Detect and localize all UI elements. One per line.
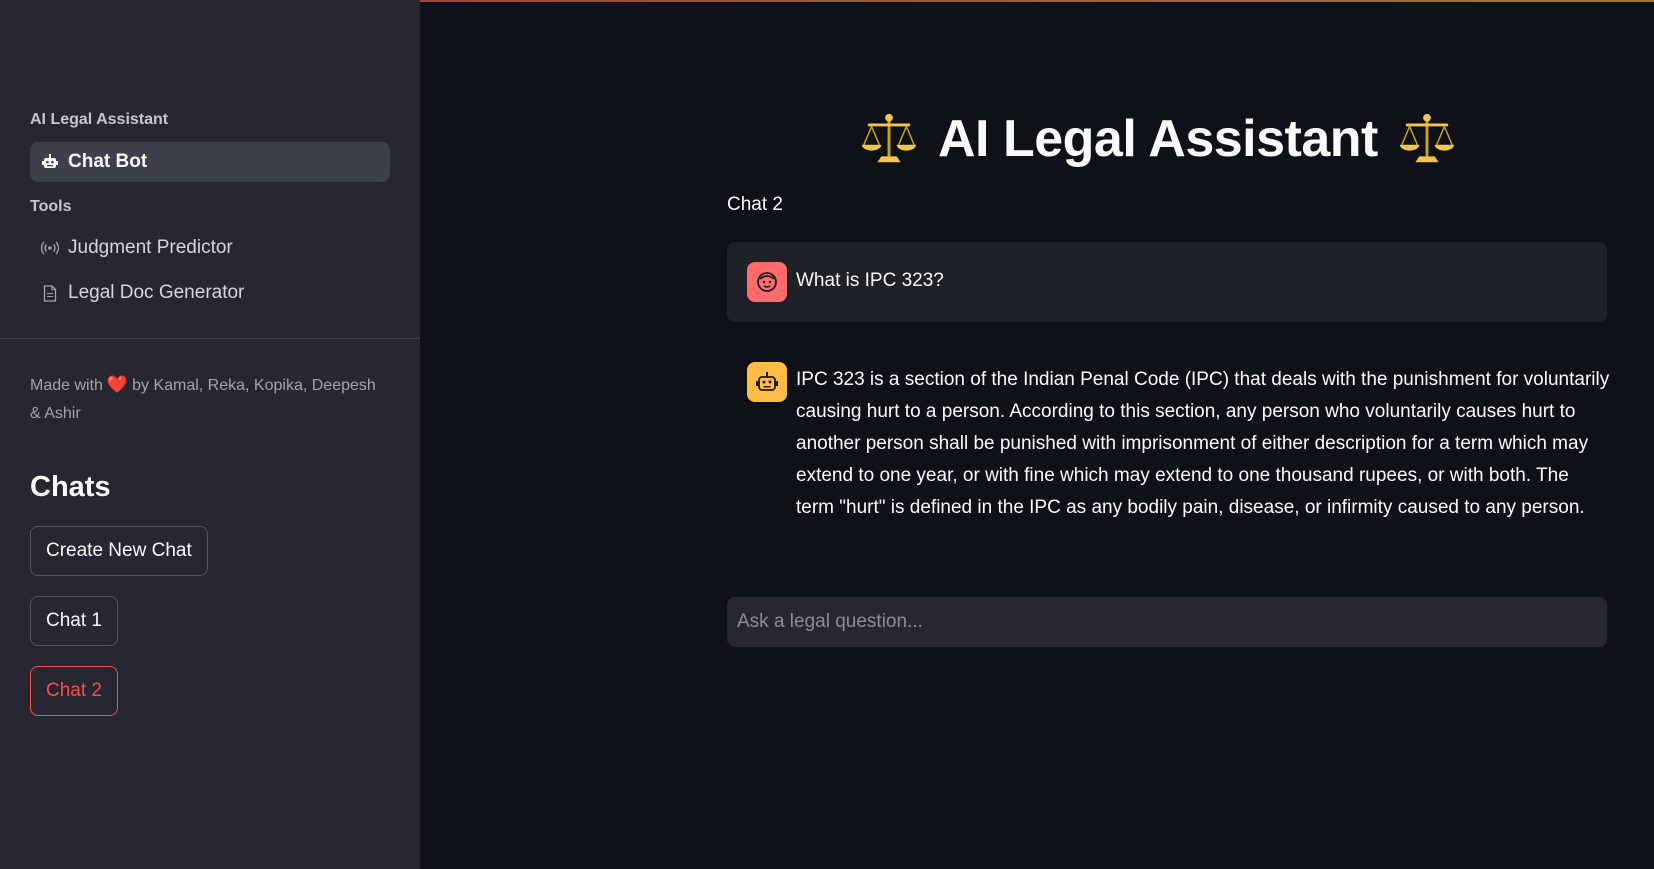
user-message: What is IPC 323? — [727, 242, 1607, 322]
nav-item-chat-bot[interactable]: Chat Bot — [30, 142, 390, 182]
assistant-message: IPC 323 is a section of the Indian Penal… — [727, 350, 1609, 520]
bot-avatar-icon — [747, 362, 787, 402]
heart-icon: ❤️ — [106, 375, 129, 394]
nav-section-app: AI Legal Assistant — [30, 111, 169, 128]
balance-scale-icon — [1399, 113, 1454, 163]
robot-icon — [40, 152, 60, 172]
credit-prefix: Made with — [30, 377, 103, 394]
user-message-text: What is IPC 323? — [796, 270, 944, 291]
balance-scale-icon — [861, 113, 917, 163]
title-text: AI Legal Assistant — [938, 110, 1378, 168]
create-new-chat-button[interactable]: Create New Chat — [30, 526, 208, 576]
chat-input[interactable] — [727, 597, 1607, 647]
nav-item-legal-doc-generator[interactable]: Legal Doc Generator — [30, 273, 390, 313]
nav-item-label: Chat Bot — [68, 151, 148, 172]
user-avatar-icon — [747, 262, 787, 302]
assistant-message-text: IPC 323 is a section of the Indian Penal… — [796, 369, 1610, 518]
chat-1-button[interactable]: Chat 1 — [30, 596, 118, 646]
nav-section-tools: Tools — [30, 198, 72, 215]
nav-item-label: Legal Doc Generator — [68, 282, 245, 303]
sidebar: AI Legal Assistant Chat Bot Tools Judgme… — [0, 0, 420, 869]
credit-text: Made with ❤️ by Kamal, Reka, Kopika, Deepe… — [30, 371, 390, 428]
document-icon — [40, 283, 60, 303]
page-title: AI Legal Assistant — [860, 104, 1456, 174]
sidebar-divider — [0, 338, 420, 339]
chats-heading: Chats — [30, 471, 111, 503]
current-chat-label: Chat 2 — [727, 194, 783, 215]
chat-2-button[interactable]: Chat 2 — [30, 666, 118, 716]
nav-item-label: Judgment Predictor — [68, 237, 233, 258]
broadcast-icon — [40, 238, 60, 258]
nav-item-judgment-predictor[interactable]: Judgment Predictor — [30, 228, 390, 268]
